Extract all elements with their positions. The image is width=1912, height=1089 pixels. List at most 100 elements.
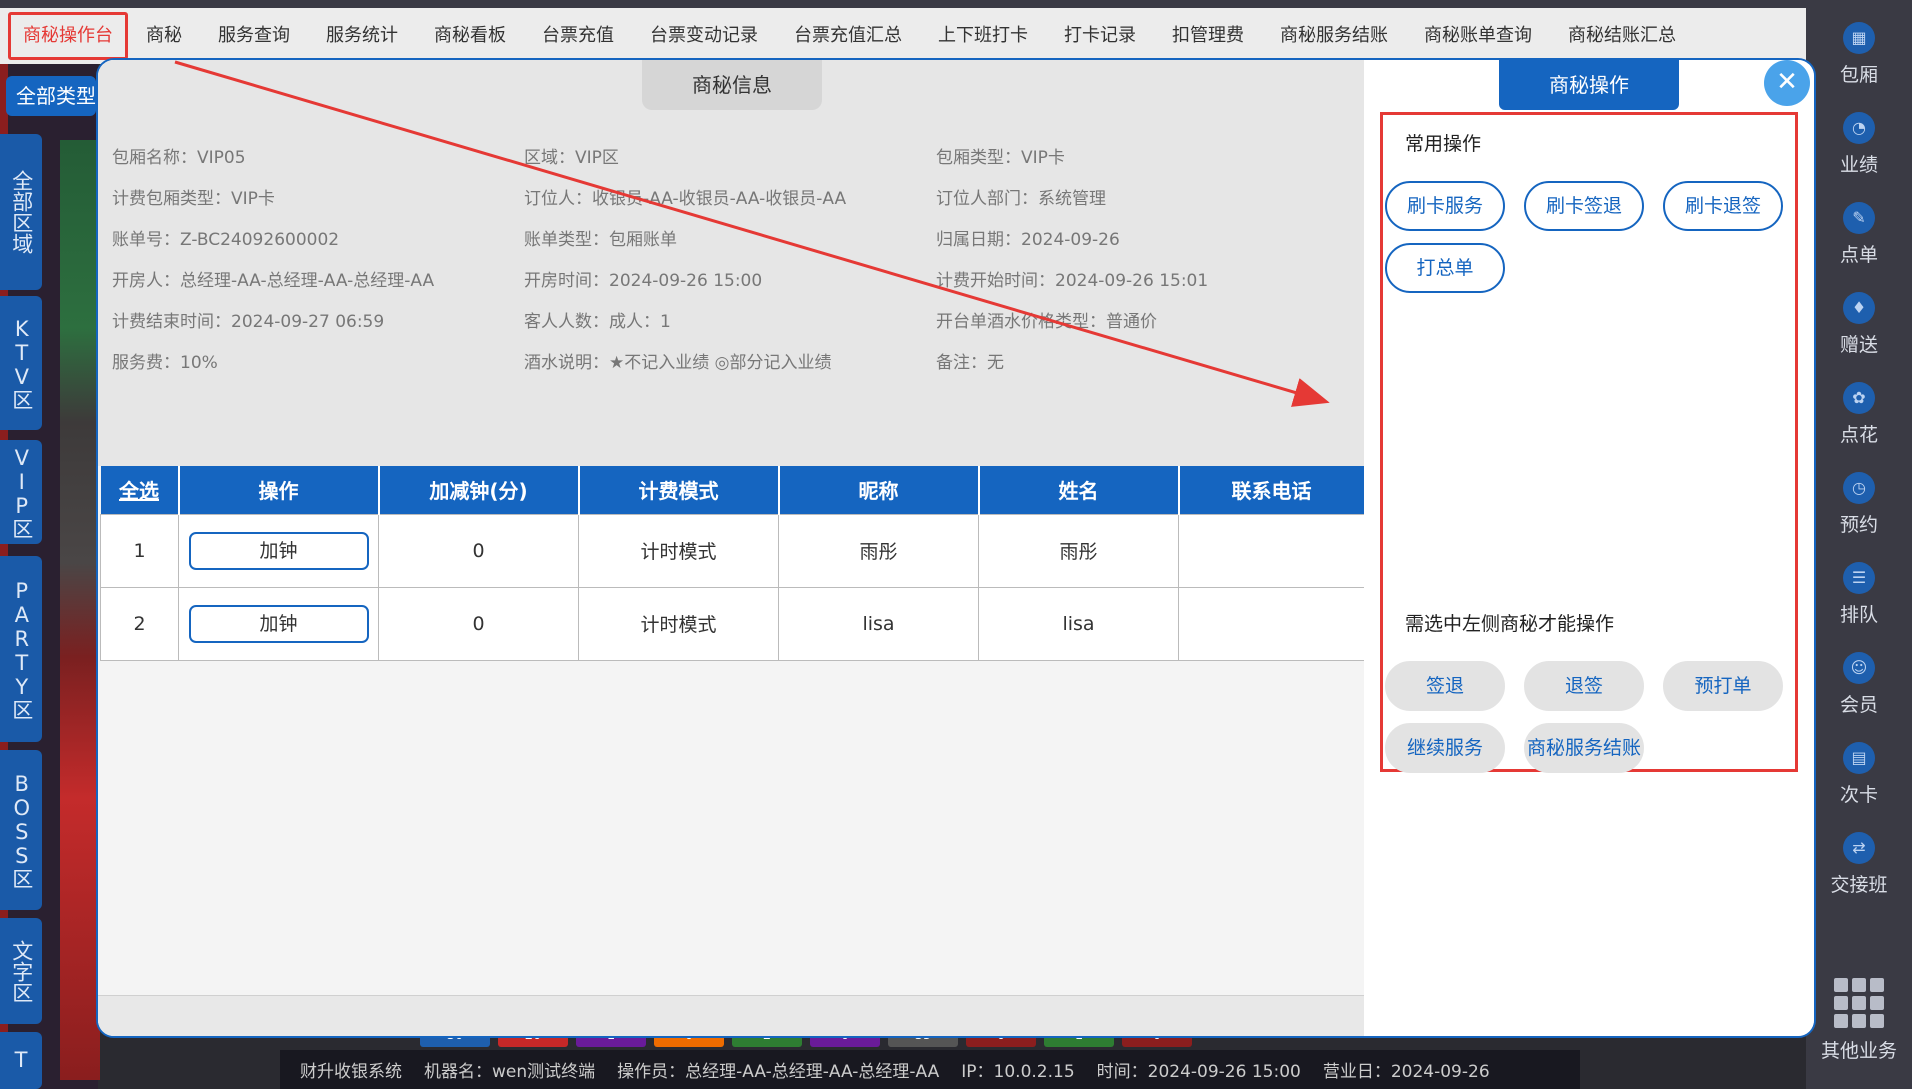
row-phone xyxy=(1178,513,1365,588)
rail-item-gift[interactable]: ♦ 赠送 xyxy=(1806,292,1912,357)
table-row[interactable]: 1 加钟 0 计时模式 雨彤 雨彤 xyxy=(100,513,1365,588)
room-tiles-background xyxy=(60,140,100,1080)
info-opener: 开房人：总经理-AA-总经理-AA-总经理-AA xyxy=(112,271,435,291)
rail-item-other[interactable]: 其他业务 xyxy=(1806,978,1912,1063)
nav-ticket-changes[interactable]: 台票变动记录 xyxy=(632,12,776,60)
shangmi-info-tab[interactable]: 商秘信息 xyxy=(642,60,822,110)
nav-shangmi-board[interactable]: 商秘看板 xyxy=(416,12,524,60)
swipe-service-button[interactable]: 刷卡服务 xyxy=(1385,181,1505,231)
shangmi-operations-panel: 商秘操作 常用操作 刷卡服务 刷卡签退 刷卡退签 打总单 需选中左侧商秘才能操作… xyxy=(1364,60,1814,1036)
zone-tab-ktv[interactable]: KTV区 xyxy=(0,296,42,430)
info-bill-no: 账单号：Z-BC24092600002 xyxy=(112,230,340,250)
nav-clock-in[interactable]: 上下班打卡 xyxy=(920,12,1046,60)
rail-item-label: 其他业务 xyxy=(1820,1040,1897,1062)
info-bill-type: 账单类型：包厢账单 xyxy=(524,230,677,250)
add-time-button[interactable]: 加钟 xyxy=(188,531,369,570)
print-total-bill-button[interactable]: 打总单 xyxy=(1385,243,1505,293)
signout-button[interactable]: 签退 xyxy=(1385,661,1505,711)
type-filter-chip[interactable]: 全部类型 xyxy=(6,76,96,116)
nav-ticket-recharge[interactable]: 台票充值 xyxy=(524,12,632,60)
zone-tab-label: 文字区 xyxy=(9,939,34,1003)
nav-management-fee[interactable]: 扣管理费 xyxy=(1154,12,1262,60)
cancel-sign-button[interactable]: 退签 xyxy=(1524,661,1644,711)
nav-service-checkout[interactable]: 商秘服务结账 xyxy=(1262,12,1406,60)
row-mode: 计时模式 xyxy=(578,586,779,661)
nav-shangmi-console[interactable]: 商秘操作台 xyxy=(8,12,128,60)
nav-checkout-summary[interactable]: 商秘结账汇总 xyxy=(1550,12,1694,60)
info-area: 区域：VIP区 xyxy=(524,148,619,168)
info-price-type: 开台单酒水价格类型：普通价 xyxy=(936,312,1157,332)
info-room-name: 包厢名称：VIP05 xyxy=(112,148,246,168)
rail-item-reserve[interactable]: ◷ 预约 xyxy=(1806,472,1912,537)
rail-item-performance[interactable]: ◔ 业绩 xyxy=(1806,112,1912,177)
shangmi-operations-tab[interactable]: 商秘操作 xyxy=(1499,60,1679,110)
rail-item-order[interactable]: ✎ 点单 xyxy=(1806,202,1912,267)
zone-tab-label: 全部区域 xyxy=(9,170,34,254)
rail-item-card[interactable]: ▤ 次卡 xyxy=(1806,742,1912,807)
continue-service-button[interactable]: 继续服务 xyxy=(1385,723,1505,773)
shangmi-info-area: 商秘信息 包厢名称：VIP05 区域：VIP区 包厢类型：VIP卡 计费包厢类型… xyxy=(98,60,1364,466)
shift-icon: ⇄ xyxy=(1843,832,1875,864)
column-header-nickname: 昵称 xyxy=(778,466,980,514)
reserve-icon: ◷ xyxy=(1843,472,1875,504)
table-header-row: 全选 操作 加减钟(分) 计费模式 昵称 姓名 联系电话 xyxy=(100,466,1366,514)
status-business-day: 营业日：2024-09-26 xyxy=(1322,1062,1490,1082)
nav-service-query[interactable]: 服务查询 xyxy=(200,12,308,60)
shangmi-info-panel: 商秘信息 包厢名称：VIP05 区域：VIP区 包厢类型：VIP卡 计费包厢类型… xyxy=(98,60,1366,1036)
nav-shangmi[interactable]: 商秘 xyxy=(128,12,200,60)
pie-chart-icon: ◔ xyxy=(1843,112,1875,144)
zone-tab-party[interactable]: PARTY区 xyxy=(0,556,42,742)
row-action-cell: 加钟 xyxy=(178,586,379,661)
shangmi-modal: 商秘信息 包厢名称：VIP05 区域：VIP区 包厢类型：VIP卡 计费包厢类型… xyxy=(96,58,1816,1038)
apps-grid-icon xyxy=(1834,978,1884,1028)
info-billing-end: 计费结束时间：2024-09-27 06:59 xyxy=(112,312,385,332)
service-checkout-button[interactable]: 商秘服务结账 xyxy=(1524,723,1644,773)
rail-item-label: 会员 xyxy=(1839,694,1878,716)
add-time-button[interactable]: 加钟 xyxy=(188,604,369,643)
zone-tab-label: VIP区 xyxy=(9,445,34,539)
row-mode: 计时模式 xyxy=(578,513,779,588)
status-ip: IP：10.0.2.15 xyxy=(961,1062,1075,1082)
nav-ticket-recharge-summary[interactable]: 台票充值汇总 xyxy=(776,12,920,60)
row-index: 2 xyxy=(100,586,179,661)
rail-item-label: 预约 xyxy=(1839,514,1878,536)
table-row[interactable]: 2 加钟 0 计时模式 lisa lisa xyxy=(100,586,1365,661)
column-header-name: 姓名 xyxy=(978,466,1180,514)
nav-clock-records[interactable]: 打卡记录 xyxy=(1046,12,1154,60)
info-billing-start: 计费开始时间：2024-09-26 15:01 xyxy=(936,271,1209,291)
rail-item-member[interactable]: ☺ 会员 xyxy=(1806,652,1912,717)
nav-bill-query[interactable]: 商秘账单查询 xyxy=(1406,12,1550,60)
swipe-signout-button[interactable]: 刷卡签退 xyxy=(1524,181,1644,231)
select-all-header[interactable]: 全选 xyxy=(100,466,180,514)
rail-item-shift[interactable]: ⇄ 交接班 xyxy=(1806,832,1912,897)
info-booker: 订位人：收银员-AA-收银员-AA-收银员-AA xyxy=(524,189,847,209)
rail-item-rooms[interactable]: ▦ 包厢 xyxy=(1806,22,1912,87)
row-minutes: 0 xyxy=(378,513,579,588)
row-phone xyxy=(1178,586,1365,661)
rail-item-label: 排队 xyxy=(1839,604,1878,626)
column-header-mode: 计费模式 xyxy=(578,466,780,514)
rail-item-label: 交接班 xyxy=(1830,874,1888,896)
info-booker-dept: 订位人部门：系统管理 xyxy=(936,189,1106,209)
pre-print-button[interactable]: 预打单 xyxy=(1663,661,1783,711)
room-info-grid: 包厢名称：VIP05 区域：VIP区 包厢类型：VIP卡 计费包厢类型：VIP卡… xyxy=(112,138,1352,384)
zone-tab-boss[interactable]: BOSS区 xyxy=(0,750,42,910)
swipe-cancel-sign-button[interactable]: 刷卡退签 xyxy=(1663,181,1783,231)
zone-tab-t[interactable]: T xyxy=(0,1032,42,1089)
status-bar: 财升收银系统 机器名：wen测试终端 操作员：总经理-AA-总经理-AA-总经理… xyxy=(280,1050,1580,1089)
window-top-strip xyxy=(0,0,1912,8)
zone-tab-all[interactable]: 全部区域 xyxy=(0,134,42,290)
close-icon[interactable]: ✕ xyxy=(1764,60,1810,106)
flower-icon: ✿ xyxy=(1843,382,1875,414)
rail-item-flower[interactable]: ✿ 点花 xyxy=(1806,382,1912,447)
status-machine: 机器名：wen测试终端 xyxy=(424,1062,596,1082)
nav-service-stats[interactable]: 服务统计 xyxy=(308,12,416,60)
rail-item-label: 点花 xyxy=(1839,424,1878,446)
rail-item-label: 业绩 xyxy=(1839,154,1878,176)
zone-tab-text[interactable]: 文字区 xyxy=(0,918,42,1024)
rail-item-queue[interactable]: ☰ 排队 xyxy=(1806,562,1912,627)
row-nickname: lisa xyxy=(778,586,979,661)
rail-item-label: 次卡 xyxy=(1839,784,1878,806)
info-remark: 备注：无 xyxy=(936,353,1004,373)
zone-tab-vip[interactable]: VIP区 xyxy=(0,440,42,544)
